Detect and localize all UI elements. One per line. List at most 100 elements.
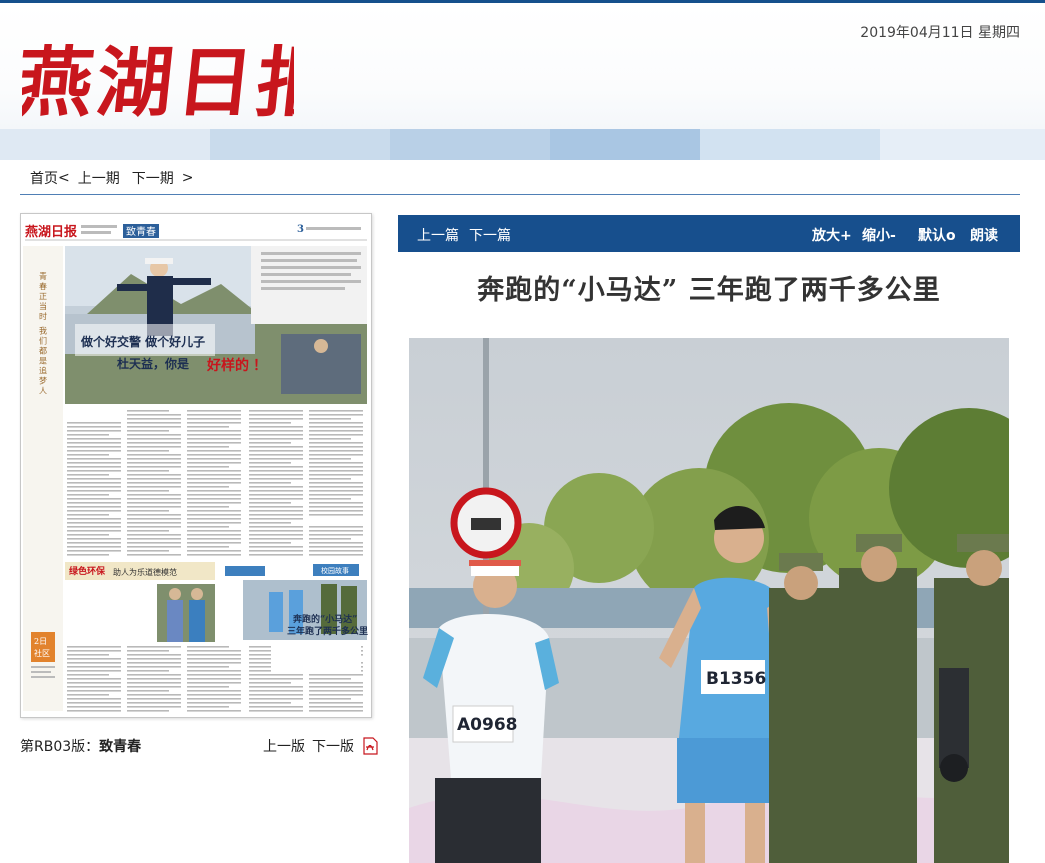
thumb-text-line xyxy=(67,474,109,476)
thumb-text-line xyxy=(67,442,121,444)
thumb-inset-subhead: 助人为乐道德模范 xyxy=(113,567,177,577)
thumb-text-line xyxy=(187,678,241,680)
prev-article-link[interactable]: 上一篇 xyxy=(417,225,459,245)
thumb-text-line xyxy=(187,538,241,540)
thumb-text-line xyxy=(309,686,363,688)
thumb-text-line xyxy=(249,486,303,488)
next-article-link[interactable]: 下一篇 xyxy=(469,225,511,245)
thumb-text-line xyxy=(67,494,109,496)
thumb-text-line xyxy=(249,678,303,680)
thumb-text-line xyxy=(309,530,363,532)
thumb-text-line xyxy=(187,498,241,500)
thumb-text-line xyxy=(249,442,291,444)
thumb-text-line xyxy=(309,470,363,472)
thumb-text-line xyxy=(309,546,363,548)
zoom-out-button[interactable]: 缩小- xyxy=(862,225,896,245)
prev-edition-link[interactable]: 上一版 xyxy=(263,736,305,756)
thumb-text-line xyxy=(67,550,121,552)
thumb-text-line xyxy=(187,438,241,440)
thumb-text-line xyxy=(187,666,229,668)
thumb-text-line xyxy=(187,482,241,484)
thumb-text-line xyxy=(249,410,303,412)
thumb-text-line xyxy=(67,426,121,428)
thumb-text-line xyxy=(127,530,169,532)
thumb-text-line xyxy=(309,442,363,444)
thumb-text-line xyxy=(309,490,363,492)
thumb-text-line xyxy=(187,690,241,692)
thumb-headline-2b: 好样的 xyxy=(206,357,249,374)
thumb-school-tag: 校园故事 xyxy=(321,566,349,575)
thumb-text-line xyxy=(67,470,121,472)
thumb-text-line xyxy=(187,542,241,544)
thumb-text-line xyxy=(249,506,303,508)
thumb-text-line xyxy=(67,650,121,652)
thumb-text-line xyxy=(187,454,241,456)
thumb-text-line xyxy=(127,438,181,440)
thumb-text-line xyxy=(127,662,181,664)
thumb-section-tab: 致青春 xyxy=(126,225,156,238)
article-photo: A0968 B1356 xyxy=(409,338,1009,863)
thumb-date-badge-2: 社区 xyxy=(34,648,50,658)
thumb-text-line xyxy=(309,706,363,708)
thumb-text-line xyxy=(187,670,241,672)
default-size-button[interactable]: 默认o xyxy=(918,225,956,245)
thumb-text-line xyxy=(127,478,181,480)
thumb-vertical-slogan: 青春正当时 我们都是追梦人 xyxy=(39,271,48,397)
thumb-text-line xyxy=(127,534,181,536)
thumb-text-line xyxy=(249,494,303,496)
zoom-in-button[interactable]: 放大+ xyxy=(812,225,852,245)
thumb-text-line xyxy=(309,434,363,436)
thumb-text-line xyxy=(187,506,229,508)
next-issue-link[interactable]: 下一期 xyxy=(132,168,174,188)
thumb-text-line xyxy=(249,434,303,436)
page-thumbnail[interactable]: 燕湖日报 致青春 3 青春正当时 我们都是追梦人 2日 社区 做个好交警 做个好… xyxy=(20,213,372,718)
thumb-text-line xyxy=(127,470,169,472)
thumb-text-line xyxy=(309,486,363,488)
thumb-text-line xyxy=(127,418,181,420)
thumb-text-line xyxy=(127,646,181,648)
thumb-text-line xyxy=(249,682,291,684)
thumb-text-line xyxy=(249,698,303,700)
prev-issue-link[interactable]: 上一期 xyxy=(78,168,120,188)
thumb-text-line xyxy=(187,446,229,448)
thumb-text-line xyxy=(127,686,181,688)
thumb-text-line xyxy=(67,430,121,432)
thumb-text-line xyxy=(67,698,121,700)
thumb-text-line xyxy=(127,434,181,436)
thumb-text-line xyxy=(187,478,241,480)
thumb-text-line xyxy=(249,418,303,420)
read-aloud-button[interactable]: 朗读 xyxy=(970,225,998,245)
thumb-text-line xyxy=(127,506,181,508)
thumb-text-line xyxy=(67,490,121,492)
pdf-icon[interactable] xyxy=(362,737,378,755)
thumb-text-line xyxy=(67,462,121,464)
thumb-date-badge-1: 2日 xyxy=(34,637,47,646)
thumb-text-line xyxy=(309,478,351,480)
thumb-text-line xyxy=(67,534,109,536)
thumb-text-line xyxy=(67,466,121,468)
thumb-text-line xyxy=(127,670,169,672)
thumb-text-line xyxy=(187,686,229,688)
thumb-text-line xyxy=(309,694,363,696)
thumb-text-line xyxy=(249,446,303,448)
thumb-text-line xyxy=(187,522,241,524)
thumb-text-line xyxy=(127,550,169,552)
thumb-text-line xyxy=(67,434,109,436)
thumb-text-line xyxy=(187,466,229,468)
thumb-text-line xyxy=(309,514,363,516)
thumb-text-line xyxy=(187,702,241,704)
next-edition-link[interactable]: 下一版 xyxy=(312,736,354,756)
thumb-text-line xyxy=(249,458,303,460)
newspaper-logo[interactable]: 燕湖日报 xyxy=(22,17,294,139)
thumb-text-line xyxy=(67,502,121,504)
thumb-text-line xyxy=(309,418,351,420)
thumb-text-line xyxy=(187,650,241,652)
thumb-text-line xyxy=(187,414,241,416)
thumb-text-line xyxy=(127,474,181,476)
thumb-text-line xyxy=(309,482,363,484)
thumb-text-line xyxy=(249,522,291,524)
home-link[interactable]: 首页 xyxy=(30,168,58,188)
thumb-text-line xyxy=(127,458,181,460)
thumb-text-line xyxy=(187,426,229,428)
thumb-text-line xyxy=(187,658,241,660)
